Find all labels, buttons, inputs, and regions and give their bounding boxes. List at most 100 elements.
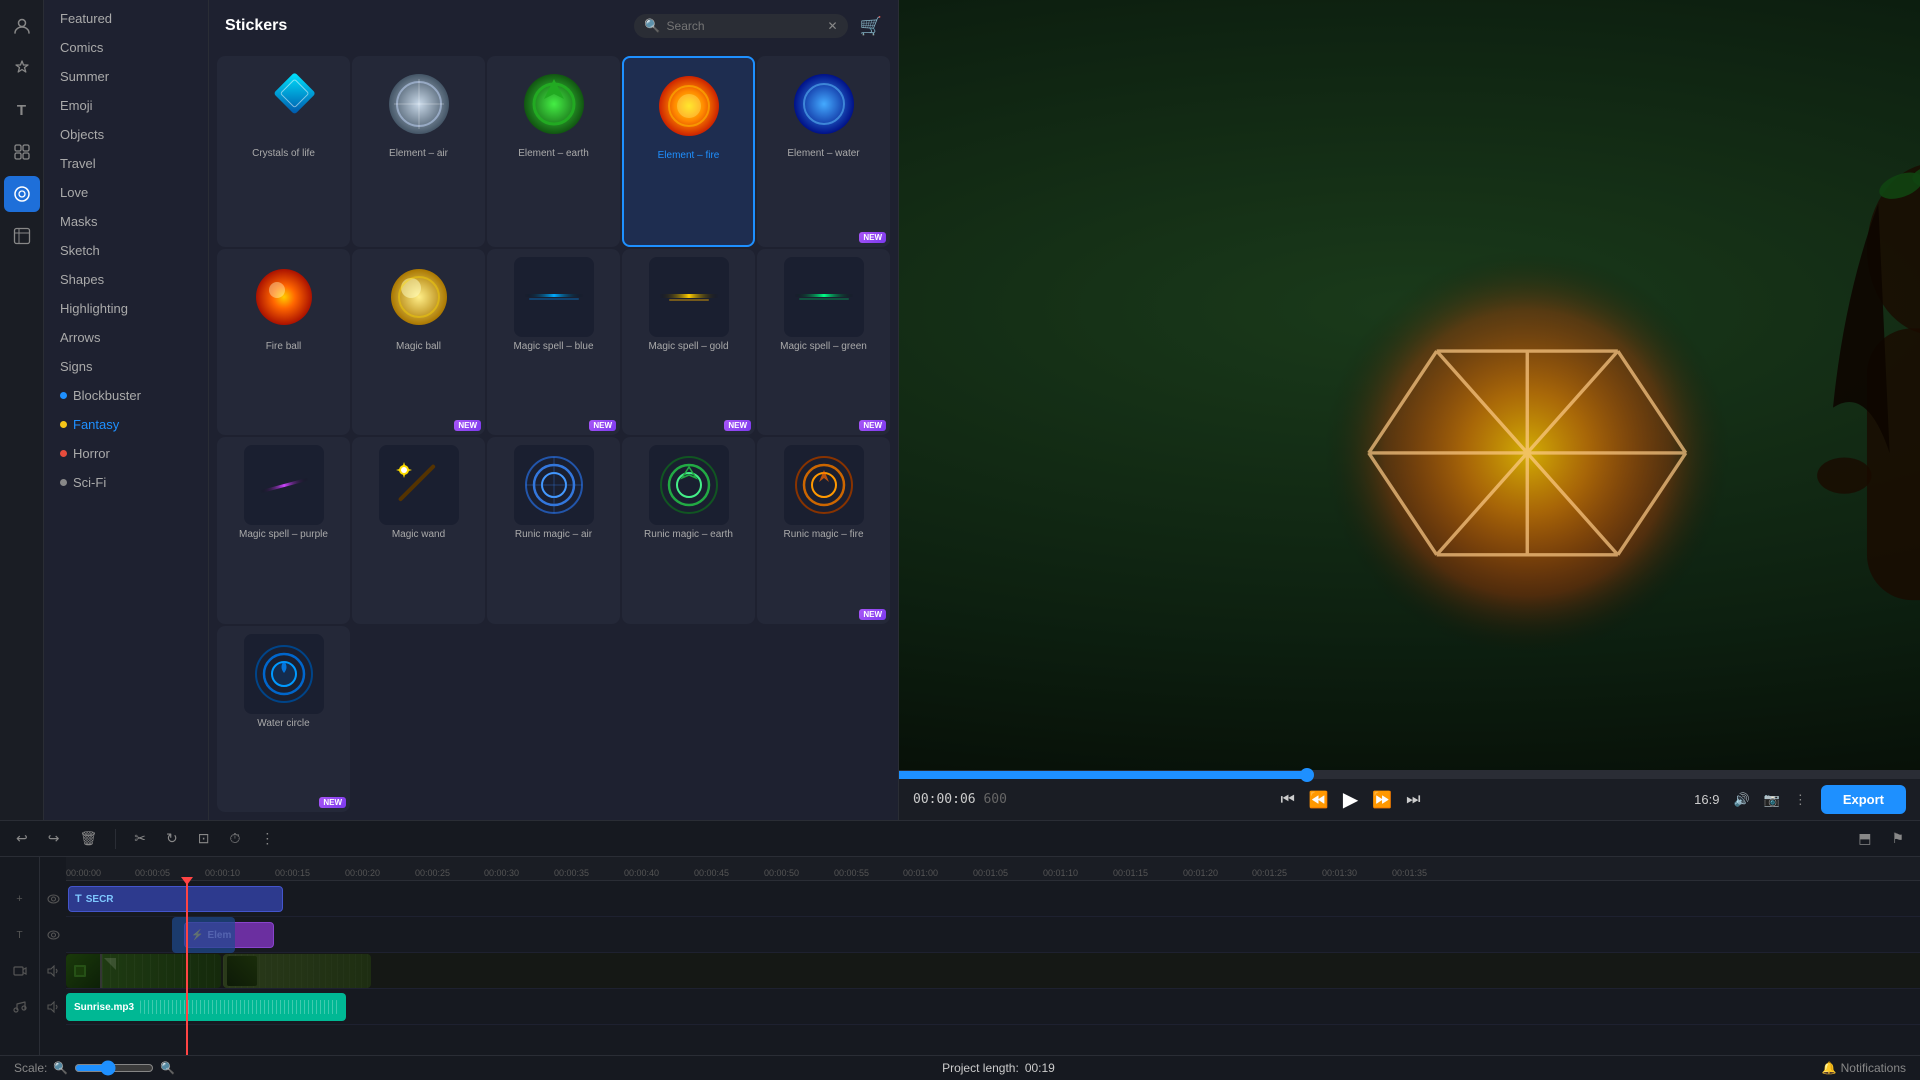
project-length-value: 00:19 xyxy=(1025,1061,1055,1075)
sticker-runic-earth[interactable]: Runic magic – earth xyxy=(622,437,755,624)
export-button[interactable]: Export xyxy=(1821,785,1906,814)
iconbar-text[interactable]: T xyxy=(4,92,40,128)
sticker-magic-wand[interactable]: Magic wand xyxy=(352,437,485,624)
crop-button[interactable]: ⊡ xyxy=(192,827,216,850)
cut-button[interactable]: ✂ xyxy=(128,827,152,850)
search-clear-icon[interactable]: ✕ xyxy=(828,19,838,33)
sticker-label-water: Element – water xyxy=(787,148,859,159)
redo-button[interactable]: ↪ xyxy=(42,827,66,850)
track-icon-add[interactable]: + xyxy=(16,881,22,917)
stickers-grid: Crystals of life Element – air Element –… xyxy=(209,48,898,820)
sidebar-item-highlighting[interactable]: Highlighting xyxy=(44,294,208,323)
clip-video-1[interactable] xyxy=(66,954,221,988)
sticker-label-air: Element – air xyxy=(389,148,448,159)
new-badge-spellgold: NEW xyxy=(724,420,751,431)
sidebar-item-blockbuster[interactable]: Blockbuster xyxy=(44,381,208,410)
iconbar-stickers[interactable] xyxy=(4,176,40,212)
iconbar-effects[interactable] xyxy=(4,50,40,86)
sidebar-item-arrows[interactable]: Arrows xyxy=(44,323,208,352)
skip-to-start-btn[interactable]: ⏮ xyxy=(1281,791,1295,809)
notifications-label: Notifications xyxy=(1841,1061,1906,1075)
sticker-runic-fire[interactable]: Runic magic – fire NEW xyxy=(757,437,890,624)
sidebar-item-objects[interactable]: Objects xyxy=(44,120,208,149)
volume-icon[interactable]: 🔊 xyxy=(1733,792,1749,808)
sidebar-item-emoji[interactable]: Emoji xyxy=(44,91,208,120)
sticker-element-air[interactable]: Element – air xyxy=(352,56,485,247)
sticker-fireball[interactable]: Fire ball xyxy=(217,249,350,436)
aspect-ratio-selector[interactable]: 16:9 xyxy=(1694,792,1719,807)
sidebar-item-masks[interactable]: Masks xyxy=(44,207,208,236)
new-badge-runicfire: NEW xyxy=(859,609,886,620)
sticker-element-fire[interactable]: Element – fire xyxy=(622,56,755,247)
sticker-magicball[interactable]: Magic ball NEW xyxy=(352,249,485,436)
iconbar-motion[interactable] xyxy=(4,134,40,170)
timeline-content: + T xyxy=(0,857,1920,1055)
sidebar-item-travel[interactable]: Travel xyxy=(44,149,208,178)
scale-zoom-out-icon[interactable]: 🔍 xyxy=(53,1061,68,1075)
play-btn[interactable]: ▶ xyxy=(1343,787,1358,812)
sticker-runic-air[interactable]: Runic magic – air xyxy=(487,437,620,624)
track-vol-1[interactable] xyxy=(47,953,60,989)
split-button[interactable]: ⋮ xyxy=(254,827,280,850)
sidebar-item-love[interactable]: Love xyxy=(44,178,208,207)
track-vis-2[interactable] xyxy=(47,917,60,953)
sidebar-item-signs[interactable]: Signs xyxy=(44,352,208,381)
delete-button[interactable]: 🗑 xyxy=(73,827,103,850)
iconbar-profile[interactable] xyxy=(4,8,40,44)
track-vis-1[interactable] xyxy=(47,881,60,917)
skip-to-end-btn[interactable]: ⏭ xyxy=(1406,791,1420,809)
sidebar-item-comics[interactable]: Comics xyxy=(44,33,208,62)
sticker-label-watercircle: Water circle xyxy=(257,718,309,729)
clip-audio-sunrise[interactable]: Sunrise.mp3 xyxy=(66,993,346,1021)
scale-slider[interactable] xyxy=(74,1060,154,1076)
sticker-thumb-crystal xyxy=(244,64,324,144)
sticker-crystals-of-life[interactable]: Crystals of life xyxy=(217,56,350,247)
search-input[interactable] xyxy=(667,19,822,33)
header-controls: 🔍 ✕ 🛒 xyxy=(634,14,882,38)
sticker-element-earth[interactable]: Element – earth xyxy=(487,56,620,247)
duration-button[interactable]: ⏱ xyxy=(223,827,246,850)
export-timeline-btn[interactable]: ⬒ xyxy=(1852,827,1877,850)
sidebar-item-sketch[interactable]: Sketch xyxy=(44,236,208,265)
project-length-label: Project length: xyxy=(942,1061,1019,1075)
timeline-ruler: 00:00:00 00:00:05 00:00:10 00:00:15 00:0… xyxy=(66,857,1920,881)
undo-button[interactable]: ↩ xyxy=(10,827,34,850)
sidebar-item-fantasy[interactable]: Fantasy xyxy=(44,410,208,439)
sticker-spell-purple[interactable]: Magic spell – purple xyxy=(217,437,350,624)
search-bar[interactable]: 🔍 ✕ xyxy=(634,14,847,38)
track-icon-text: T xyxy=(16,917,22,953)
clip-text-secr[interactable]: T SECR xyxy=(68,886,283,912)
sticker-label-runicearth: Runic magic – earth xyxy=(644,529,733,540)
step-forward-btn[interactable]: ⏩ xyxy=(1372,790,1392,810)
step-back-btn[interactable]: ⏪ xyxy=(1309,790,1329,810)
sticker-thumb-runicearth xyxy=(649,445,729,525)
scale-zoom-in-icon[interactable]: 🔍 xyxy=(160,1061,175,1075)
flag-button[interactable]: ⚑ xyxy=(1885,827,1910,850)
sticker-label-magicball: Magic ball xyxy=(396,341,441,352)
sticker-water-circle[interactable]: Water circle NEW xyxy=(217,626,350,813)
sticker-thumb-runicfire xyxy=(784,445,864,525)
new-badge-spellblue: NEW xyxy=(589,420,616,431)
iconbar-shapes[interactable] xyxy=(4,218,40,254)
more-options-icon[interactable]: ⋮ xyxy=(1794,792,1807,808)
sidebar-item-shapes[interactable]: Shapes xyxy=(44,265,208,294)
notifications-button[interactable]: 🔔 Notifications xyxy=(1822,1061,1906,1075)
rotate-button[interactable]: ↻ xyxy=(160,827,184,850)
track-icon-video xyxy=(13,953,27,989)
sticker-spell-green[interactable]: Magic spell – green NEW xyxy=(757,249,890,436)
scrubber-fill xyxy=(899,771,1307,779)
sidebar-item-summer[interactable]: Summer xyxy=(44,62,208,91)
sidebar-item-featured[interactable]: Featured xyxy=(44,4,208,33)
cart-icon[interactable]: 🛒 xyxy=(860,16,882,37)
sticker-element-water[interactable]: Element – water NEW xyxy=(757,56,890,247)
sidebar-item-scifi[interactable]: Sci-Fi xyxy=(44,468,208,497)
sticker-spell-blue[interactable]: Magic spell – blue NEW xyxy=(487,249,620,436)
sidebar-item-horror[interactable]: Horror xyxy=(44,439,208,468)
sticker-label-runicfire: Runic magic – fire xyxy=(783,529,863,540)
snapshot-icon[interactable]: 📷 xyxy=(1764,792,1780,808)
timeline-scrubber[interactable] xyxy=(899,771,1920,779)
clip-video-2[interactable] xyxy=(223,954,371,988)
track-vol-2[interactable] xyxy=(47,989,60,1025)
sticker-spell-gold[interactable]: Magic spell – gold NEW xyxy=(622,249,755,436)
clip-blue-block[interactable] xyxy=(172,917,235,953)
